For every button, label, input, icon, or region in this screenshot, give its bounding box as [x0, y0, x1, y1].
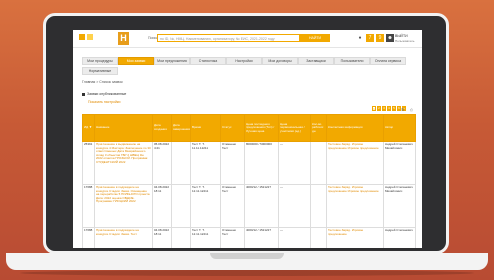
cell-time: Тест Т. Т. 12.11.12211: [190, 184, 221, 228]
tab-my-procedures[interactable]: Мои процедуры: [82, 57, 118, 65]
table-row[interactable]: 17688 Приглашение в подразделе на конкур…: [82, 227, 416, 248]
cell-status: Отменено Тест: [220, 227, 245, 248]
cell-workdays: [310, 227, 327, 248]
tab-my-offers[interactable]: Мои предложения: [154, 57, 190, 65]
home-icon[interactable]: [87, 34, 93, 40]
col-workdays[interactable]: Кол-во рабочих дн.: [310, 114, 327, 142]
tab-settings[interactable]: Настройки: [226, 57, 262, 65]
user-avatar[interactable]: ☻: [386, 34, 394, 42]
cell-title-link[interactable]: Приглашение в подразделе на конкурсе Ста…: [94, 184, 153, 228]
tab-users[interactable]: Пользователи: [334, 57, 370, 65]
table-row[interactable]: 25391 Приглашение к выдвижению на конкур…: [82, 141, 416, 185]
cell-contact[interactable]: Тестовое Заряд. Игровое предложение: [326, 227, 384, 248]
cell-initial-price: —: [278, 227, 311, 248]
col-contact[interactable]: Контактная информация: [326, 114, 384, 142]
user-role: Пользователь: [395, 39, 415, 43]
cell-id: 25391: [82, 141, 95, 185]
table-header: ИД ▼ Название Дата создания Дата заверше…: [82, 114, 416, 142]
page-5[interactable]: 5: [392, 106, 396, 111]
col-author[interactable]: Автор: [383, 114, 416, 142]
tab-customers[interactable]: Заставщики: [298, 57, 334, 65]
search-button[interactable]: НАЙТИ: [300, 34, 330, 42]
bids-table: ИД ▼ Название Дата создания Дата заверше…: [82, 114, 416, 248]
bell-icon[interactable]: ●: [356, 34, 364, 42]
page-title: Заявки опубликованные: [82, 92, 126, 96]
page-2[interactable]: 2: [377, 106, 381, 111]
logout-link[interactable]: ВЫЙТИ: [395, 34, 408, 38]
search-input[interactable]: по ID, №, НМЦ, Наименованию, организатор…: [157, 34, 300, 42]
cell-finished: [171, 184, 191, 228]
cell-time: Тест Т. Т. 11.11.12211: [190, 141, 221, 185]
cell-workdays: [310, 184, 327, 228]
cell-created: 04.08.2022 18:11: [152, 184, 172, 228]
breadcrumb[interactable]: Главная > Список заявок: [82, 80, 123, 84]
cell-initial-price: —: [278, 141, 311, 185]
col-status[interactable]: Статус: [220, 114, 245, 142]
screen: H Поиск по ID, №, НМЦ, Наименованию, орг…: [73, 30, 422, 248]
table-row[interactable]: 17688 Приглашение в подразделе на конкур…: [82, 184, 416, 228]
tab-regulations[interactable]: Нормативные: [82, 67, 118, 75]
cell-title-link[interactable]: Приглашение в подразделе на конкурсе Ста…: [94, 227, 153, 248]
col-time[interactable]: Время: [190, 114, 221, 142]
tab-contracts[interactable]: Мои договоры: [262, 57, 298, 65]
laptop-notch: [210, 253, 284, 259]
col-initial-price[interactable]: Цена первоначальная / участники (ед.): [278, 114, 311, 142]
cell-id: 17688: [82, 184, 95, 228]
cell-workdays: [310, 141, 327, 185]
cell-author: Андрей Степанович Михайлович: [383, 141, 416, 185]
page-4[interactable]: 4: [387, 106, 391, 111]
print-icon[interactable]: ⎙: [410, 108, 413, 112]
cell-status: Отменено Тест: [220, 141, 245, 185]
cell-status: Отменено Тест: [220, 184, 245, 228]
bullet-icon: [82, 92, 85, 96]
page-1[interactable]: 1: [372, 106, 376, 111]
tab-statistics[interactable]: Статистика: [190, 57, 226, 65]
cell-last-price: 4000/12 / 1521227: [244, 184, 279, 228]
page-3[interactable]: 3: [382, 106, 386, 111]
cell-id: 17688: [82, 227, 95, 248]
cell-author: Андрей Степанович: [383, 227, 416, 248]
cell-time: Тест Т. Т. 12.11.12211: [190, 227, 221, 248]
page-title-text: Заявки опубликованные: [87, 92, 127, 96]
export-icon[interactable]: ☰: [401, 108, 404, 112]
tab-my-bids[interactable]: Мои заявки: [118, 57, 154, 65]
col-created[interactable]: Дата создания: [152, 114, 172, 142]
tab-payment[interactable]: Оплата сервиса: [370, 57, 406, 65]
main-nav: Мои процедуры Мои заявки Мои предложения…: [73, 57, 422, 75]
cell-author: Андрей Степанович Михайлович: [383, 184, 416, 228]
cell-finished: [171, 141, 191, 185]
cell-contact[interactable]: Тестовое Заряд. Игровое предложение Игро…: [326, 184, 384, 228]
cell-initial-price: —: [278, 184, 311, 228]
cell-finished: [171, 227, 191, 248]
laptop-shadow: [20, 270, 474, 276]
cell-created: 04.08.2022 18:11: [152, 227, 172, 248]
menu-icon[interactable]: [79, 34, 85, 40]
cell-last-price: 8000000 / 5000000: [244, 141, 279, 185]
notification-count-icon[interactable]: 7: [366, 34, 374, 42]
col-finished[interactable]: Дата завершения: [171, 114, 191, 142]
cell-created: 05.08.2022 4:21: [152, 141, 172, 185]
messages-count-icon[interactable]: 9: [376, 34, 384, 42]
cell-title-link[interactable]: Приглашение к выдвижению на конкурсе 4 М…: [94, 141, 153, 185]
show-settings-link[interactable]: Показать настройки: [88, 100, 120, 104]
col-last-price[interactable]: Цена последнего предложения (Тип) / Лучш…: [244, 114, 279, 142]
col-id[interactable]: ИД ▼: [82, 114, 95, 142]
logo[interactable]: H: [118, 32, 129, 45]
top-bar: H Поиск по ID, №, НМЦ, Наименованию, орг…: [73, 30, 422, 48]
col-title[interactable]: Название: [94, 114, 153, 142]
cell-last-price: 4000/12 / 1521227: [244, 227, 279, 248]
cell-contact[interactable]: Тестовое Заряд. Игровое предложение Игро…: [326, 141, 384, 185]
